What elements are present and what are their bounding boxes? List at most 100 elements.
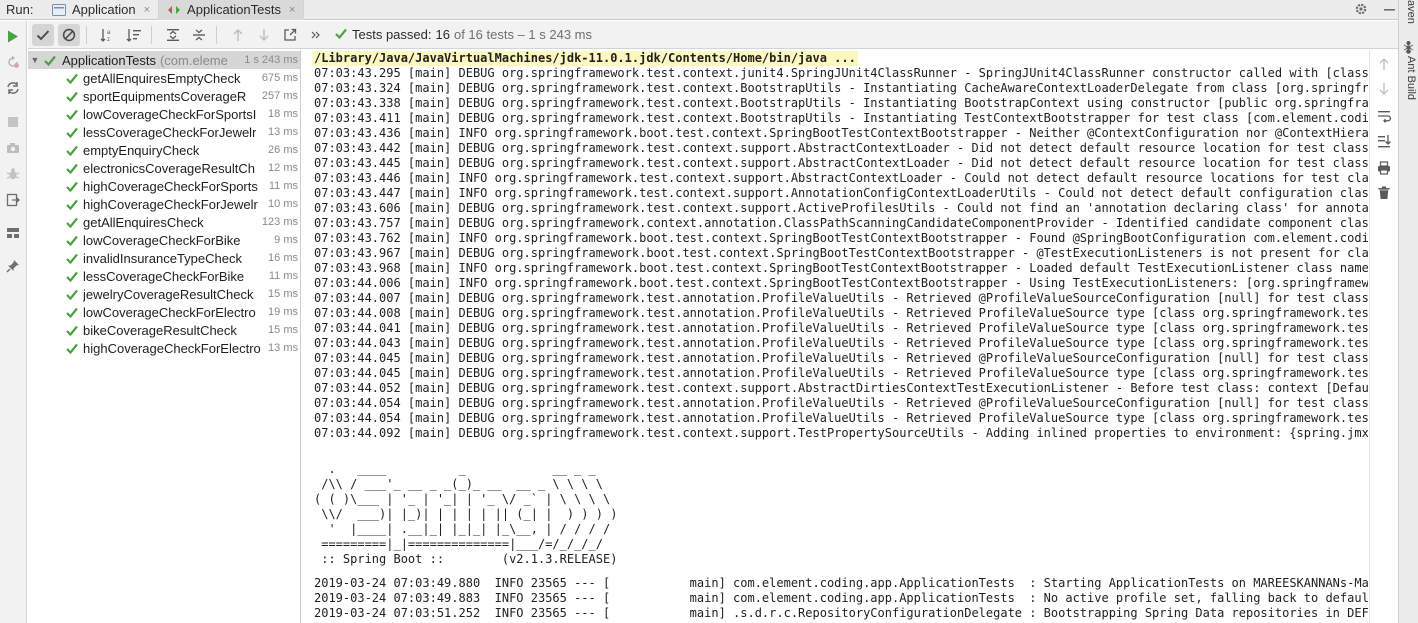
test-row[interactable]: emptyEnquiryCheck 26 ms: [28, 141, 300, 159]
test-duration: 10 ms: [265, 198, 298, 210]
test-row[interactable]: highCoverageCheckForElectro 13 ms: [28, 339, 300, 357]
gear-icon[interactable]: [1354, 2, 1368, 19]
test-row[interactable]: highCoverageCheckForJewelr 10 ms: [28, 195, 300, 213]
next-test-icon[interactable]: [253, 24, 275, 46]
test-row[interactable]: sportEquipmentsCoverageR 257 ms: [28, 87, 300, 105]
tab-application[interactable]: Application ×: [44, 0, 160, 20]
print-icon[interactable]: [1376, 160, 1392, 176]
console-banner-line: =========|_|==============|___/=/_/_/_/: [314, 537, 603, 551]
console-command-line: /Library/Java/JavaVirtualMachines/jdk-11…: [312, 51, 858, 66]
pass-check-icon: [64, 289, 80, 300]
test-duration: 15 ms: [265, 324, 298, 336]
console-log-line: 07:03:44.092 [main] DEBUG org.springfram…: [314, 426, 1368, 440]
trash-icon[interactable]: [1376, 185, 1392, 201]
console-banner-line: \\/ ___)| |_)| | | | | || (_| | ) ) ) ): [314, 507, 618, 521]
test-row[interactable]: invalidInsuranceTypeCheck 16 ms: [28, 249, 300, 267]
pass-check-icon: [64, 91, 80, 102]
test-duration: 123 ms: [258, 216, 298, 228]
stop-icon[interactable]: [5, 114, 21, 130]
console-log-line: 07:03:43.442 [main] DEBUG org.springfram…: [314, 141, 1368, 155]
pass-check-icon: [64, 145, 80, 156]
pass-check-icon: [64, 163, 80, 174]
console-app-log-line: 2019-03-24 07:03:49.880 INFO 23565 --- […: [314, 576, 1368, 590]
ide-run-window: Run: Application × ApplicationTests × av: [0, 0, 1418, 623]
show-ignored-icon[interactable]: [58, 23, 80, 46]
close-icon[interactable]: ×: [289, 4, 295, 16]
test-duration: 13 ms: [265, 342, 298, 354]
console-log-line: 07:03:43.445 [main] DEBUG org.springfram…: [314, 156, 1368, 170]
expand-arrow-icon[interactable]: ▼: [28, 55, 42, 65]
test-duration: 9 ms: [271, 234, 298, 246]
console-log-line: 07:03:43.446 [main] INFO org.springframe…: [314, 171, 1368, 185]
test-row[interactable]: lessCoverageCheckForJewelr 13 ms: [28, 123, 300, 141]
test-runner-toolbar: az Tests passed: 16 of 16 tests – 1 s 24…: [28, 21, 1398, 49]
console-log-line: 07:03:44.054 [main] DEBUG org.springfram…: [314, 396, 1368, 410]
debug-bug-icon[interactable]: [5, 166, 21, 182]
pass-check-icon: [64, 73, 80, 84]
test-name: highCoverageCheckForSports: [83, 178, 258, 194]
test-row[interactable]: getAllEnquiresEmptyCheck 675 ms: [28, 69, 300, 87]
console-banner-line: :: Spring Boot :: (v2.1.3.RELEASE): [314, 552, 618, 566]
pass-check-icon: [64, 271, 80, 282]
minimize-icon[interactable]: [1384, 2, 1396, 19]
run-tabbar: Run: Application × ApplicationTests ×: [0, 0, 1418, 20]
test-name: electronicsCoverageResultCh: [83, 160, 255, 176]
exit-icon[interactable]: [5, 192, 21, 208]
test-duration: 15 ms: [265, 288, 298, 300]
test-row[interactable]: lessCoverageCheckForBike 11 ms: [28, 267, 300, 285]
test-name: getAllEnquiresCheck: [83, 214, 204, 230]
test-name: highCoverageCheckForElectro: [83, 340, 261, 356]
layout-icon[interactable]: [5, 225, 21, 241]
status-label: Tests passed:: [352, 27, 432, 42]
sort-alphabetically-icon[interactable]: az: [97, 24, 119, 46]
console-log-line: 07:03:43.762 [main] INFO org.springframe…: [314, 231, 1368, 245]
more-actions-icon[interactable]: [305, 24, 327, 46]
maven-tool-label[interactable]: aven: [1405, 0, 1417, 24]
test-status: Tests passed: 16 of 16 tests – 1 s 243 m…: [335, 27, 592, 42]
test-row[interactable]: highCoverageCheckForSports 11 ms: [28, 177, 300, 195]
rerun-failed-icon[interactable]: [5, 54, 21, 70]
pass-check-icon: [64, 127, 80, 138]
scroll-to-end-icon[interactable]: [1376, 133, 1392, 149]
test-duration: 19 ms: [265, 306, 298, 318]
test-row[interactable]: lowCoverageCheckForElectro 19 ms: [28, 303, 300, 321]
scroll-up-icon[interactable]: [1376, 56, 1392, 72]
toggle-auto-test-icon[interactable]: [5, 80, 21, 96]
camera-icon[interactable]: [5, 140, 21, 156]
console-app-log-line: 2019-03-24 07:03:49.883 INFO 23565 --- […: [314, 591, 1368, 605]
test-row[interactable]: lowCoverageCheckForBike 9 ms: [28, 231, 300, 249]
console-output[interactable]: /Library/Java/JavaVirtualMachines/jdk-11…: [302, 50, 1368, 623]
tab-application-tests[interactable]: ApplicationTests ×: [159, 0, 305, 20]
run-side-toolbar: [0, 21, 27, 623]
ant-build-tool-label[interactable]: Ant Build: [1405, 56, 1417, 100]
test-row[interactable]: bikeCoverageResultCheck 15 ms: [28, 321, 300, 339]
export-results-icon[interactable]: [279, 24, 301, 46]
test-row[interactable]: getAllEnquiresCheck 123 ms: [28, 213, 300, 231]
pass-check-icon: [64, 235, 80, 246]
rerun-play-icon[interactable]: [5, 28, 21, 44]
show-passed-icon[interactable]: [32, 23, 54, 46]
console-banner-line: /\\ / ___'_ __ _ _(_)_ __ __ _ \ \ \ \: [314, 477, 603, 491]
test-row[interactable]: electronicsCoverageResultCh 12 ms: [28, 159, 300, 177]
pass-check-icon: [64, 325, 80, 336]
close-icon[interactable]: ×: [144, 4, 150, 16]
scroll-down-icon[interactable]: [1376, 81, 1392, 97]
tree-root-row[interactable]: ▼ ApplicationTests (com.eleme 1 s 243 ms: [28, 51, 300, 69]
svg-text:a: a: [107, 30, 111, 36]
collapse-all-icon[interactable]: [188, 24, 210, 46]
pass-check-icon: [42, 55, 58, 66]
sort-by-duration-icon[interactable]: [123, 24, 145, 46]
test-row[interactable]: lowCoverageCheckForSportsI 18 ms: [28, 105, 300, 123]
test-duration: 26 ms: [265, 144, 298, 156]
console-log-line: 07:03:44.045 [main] DEBUG org.springfram…: [314, 366, 1368, 380]
soft-wrap-icon[interactable]: [1376, 108, 1392, 124]
test-row[interactable]: jewelryCoverageResultCheck 15 ms: [28, 285, 300, 303]
test-duration: 675 ms: [258, 72, 298, 84]
expand-all-icon[interactable]: [162, 24, 184, 46]
test-duration: 257 ms: [258, 90, 298, 102]
pin-icon[interactable]: [5, 258, 21, 274]
console-log-line: 07:03:43.967 [main] DEBUG org.springfram…: [314, 246, 1368, 260]
previous-test-icon[interactable]: [227, 24, 249, 46]
test-duration: 16 ms: [265, 252, 298, 264]
test-name: emptyEnquiryCheck: [83, 142, 200, 158]
